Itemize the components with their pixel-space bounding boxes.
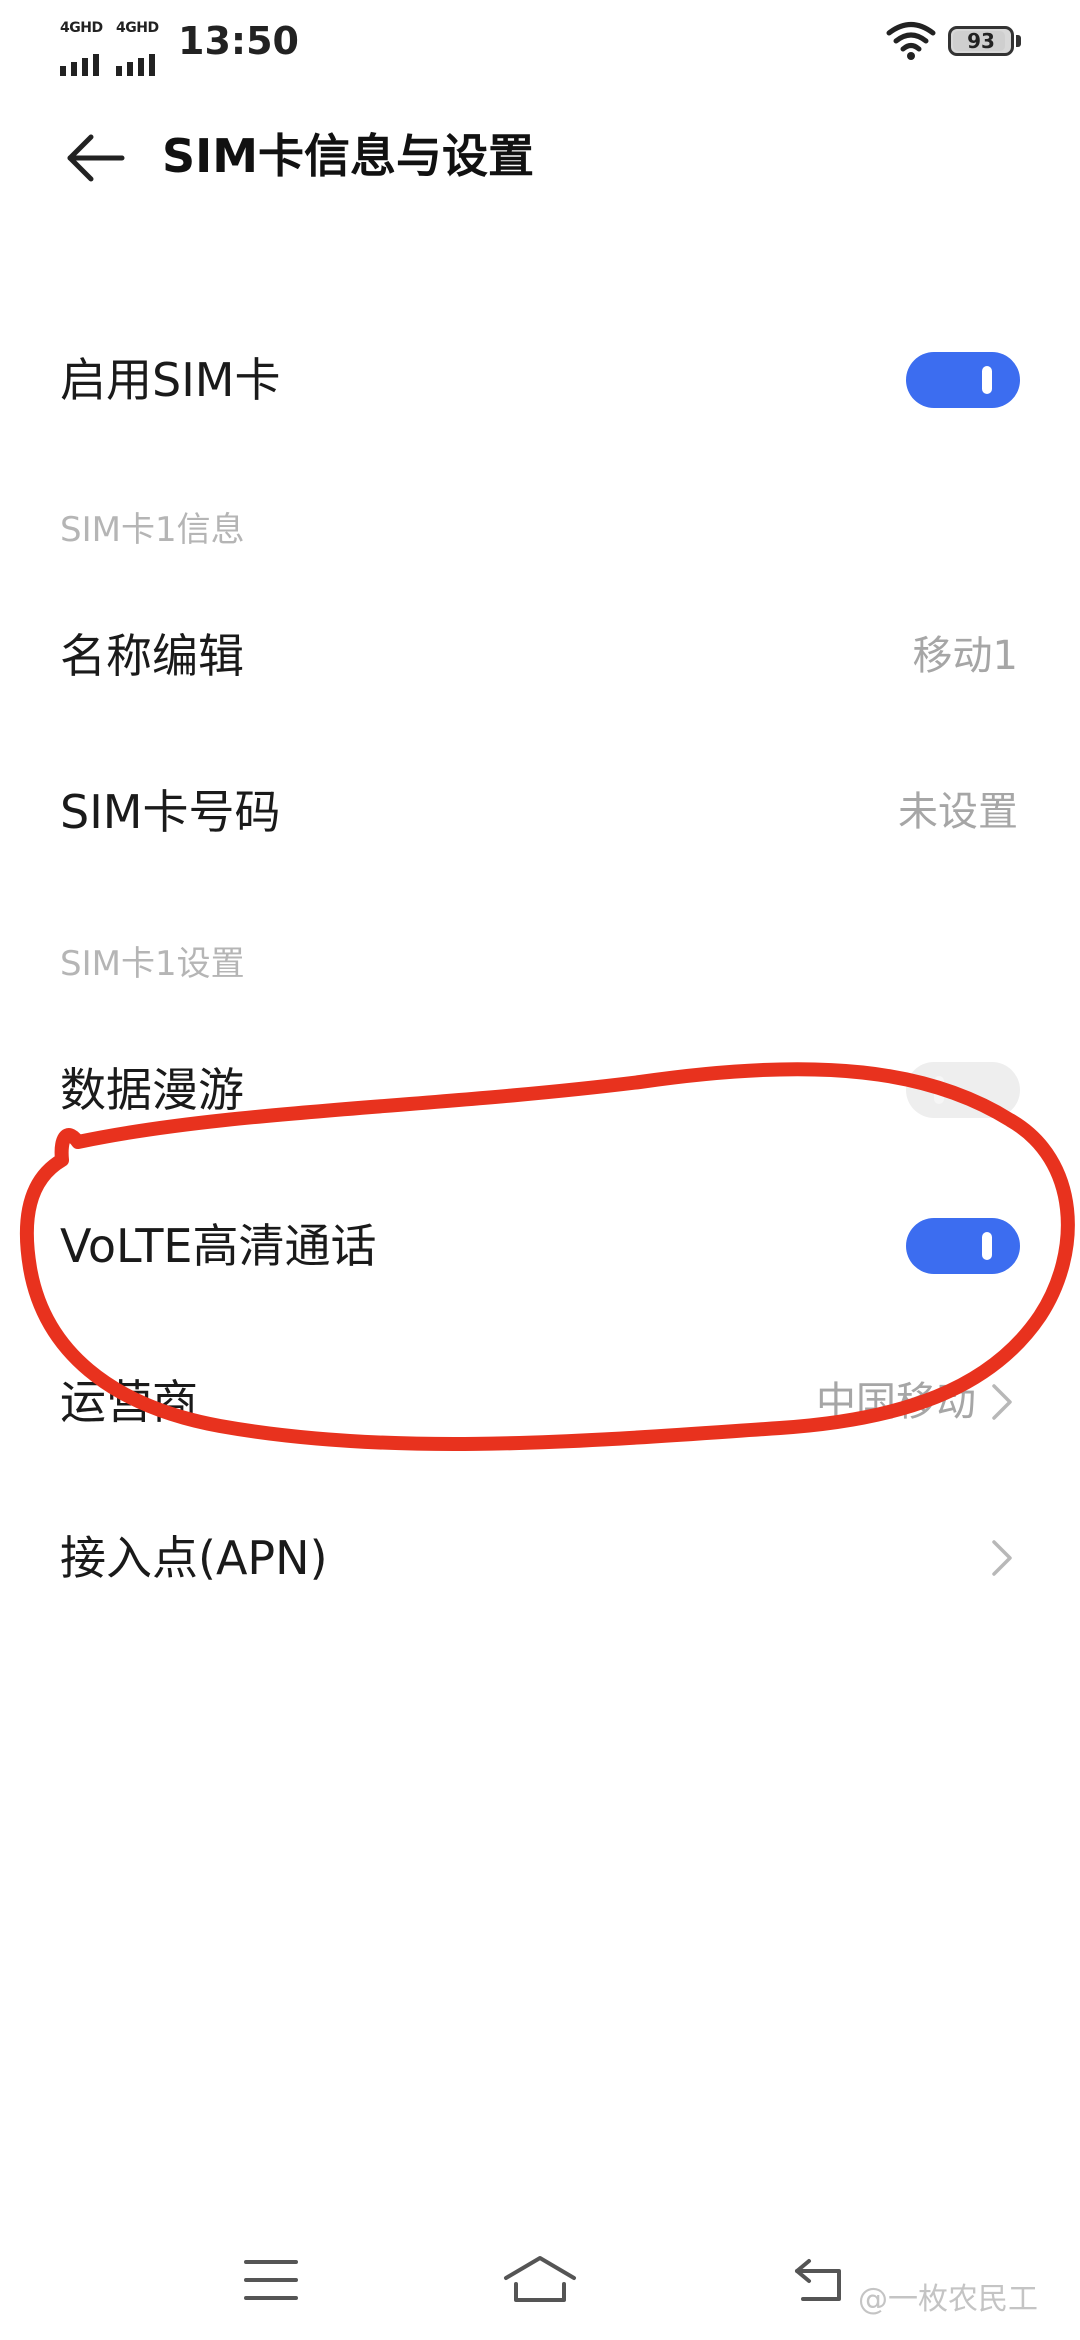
volte-toggle[interactable] xyxy=(906,1218,1020,1274)
wifi-icon xyxy=(886,22,936,60)
watermark-text: @一枚农民工 xyxy=(858,2282,1038,2317)
battery-icon: 93 xyxy=(948,26,1014,56)
battery-percent: 93 xyxy=(967,29,995,53)
toggle-knob xyxy=(982,366,992,394)
name-edit-row[interactable]: 名称编辑 移动1 xyxy=(0,578,1080,734)
back-icon xyxy=(795,2259,841,2301)
home-button[interactable] xyxy=(498,2242,582,2318)
signal-icon xyxy=(116,54,155,76)
data-roaming-toggle[interactable] xyxy=(906,1062,1020,1118)
sim-number-label: SIM卡号码 xyxy=(60,785,281,839)
volte-label: VoLTE高清通话 xyxy=(60,1219,377,1273)
apn-label: 接入点(APN) xyxy=(60,1531,328,1585)
name-edit-value: 移动1 xyxy=(912,633,1018,679)
back-button[interactable] xyxy=(54,116,138,200)
back-arrow-icon xyxy=(67,134,125,182)
sim1-signal: 4GHD xyxy=(60,20,112,76)
toggle-knob xyxy=(934,1076,944,1104)
carrier-row[interactable]: 运营商 中国移动 xyxy=(0,1324,1080,1480)
section-header-sim-info: SIM卡1信息 xyxy=(60,510,245,550)
menu-icon xyxy=(244,2260,298,2300)
back-nav-button[interactable] xyxy=(781,2242,865,2318)
data-roaming-label: 数据漫游 xyxy=(60,1063,244,1117)
chevron-right-icon xyxy=(992,1540,1012,1576)
page-title: SIM卡信息与设置 xyxy=(162,129,535,183)
sim2-signal: 4GHD xyxy=(116,20,168,76)
sim-number-value: 未设置 xyxy=(898,789,1018,835)
enable-sim-row[interactable]: 启用SIM卡 xyxy=(0,302,1080,458)
chevron-right-icon xyxy=(992,1384,1012,1420)
name-edit-label: 名称编辑 xyxy=(60,629,244,683)
menu-button[interactable] xyxy=(229,2242,313,2318)
status-bar: 4GHD 4GHD 13:50 93 xyxy=(0,0,1080,84)
sim1-network-type: 4GHD xyxy=(60,20,103,36)
enable-sim-toggle[interactable] xyxy=(906,352,1020,408)
toggle-knob xyxy=(982,1232,992,1260)
sim2-network-type: 4GHD xyxy=(116,20,159,36)
section-header-sim-settings: SIM卡1设置 xyxy=(60,944,245,984)
battery-tip xyxy=(1016,35,1021,47)
carrier-value: 中国移动 xyxy=(816,1379,976,1425)
carrier-label: 运营商 xyxy=(60,1375,198,1429)
data-roaming-row[interactable]: 数据漫游 xyxy=(0,1012,1080,1168)
sim-number-row[interactable]: SIM卡号码 未设置 xyxy=(0,734,1080,890)
apn-row[interactable]: 接入点(APN) xyxy=(0,1480,1080,1636)
signal-icon xyxy=(60,54,99,76)
home-icon xyxy=(504,2256,576,2302)
enable-sim-label: 启用SIM卡 xyxy=(60,353,281,407)
volte-row[interactable]: VoLTE高清通话 xyxy=(0,1168,1080,1324)
status-time: 13:50 xyxy=(178,19,299,63)
